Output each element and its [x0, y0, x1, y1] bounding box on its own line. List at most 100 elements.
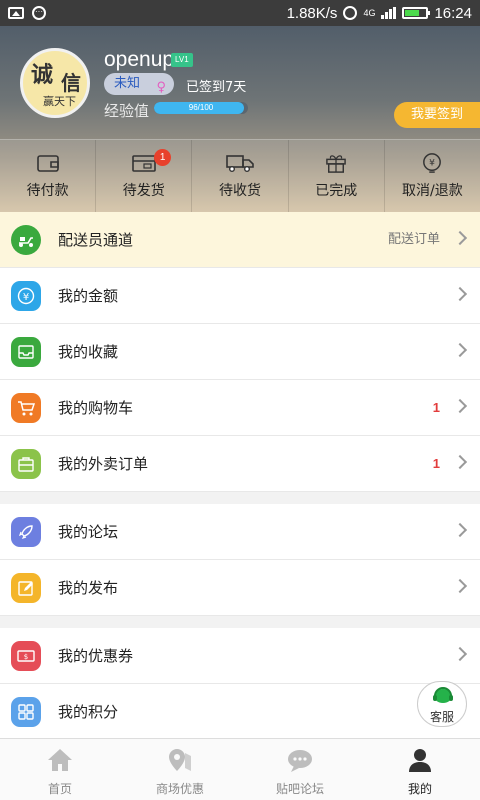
coupons-row[interactable]: $ 我的优惠券 [0, 628, 480, 684]
network-type: 4G [363, 8, 376, 18]
tab-home[interactable]: 首页 [0, 739, 120, 800]
username: openup [104, 48, 175, 71]
card-icon [131, 155, 156, 172]
section-divider [0, 616, 480, 628]
exp-progress-text: 96/100 [188, 103, 214, 112]
tab-forum[interactable]: 贴吧论坛 [240, 739, 360, 800]
order-pending-shipment[interactable]: 1 待发货 [96, 140, 193, 212]
chevron-right-icon [452, 342, 468, 358]
chevron-right-icon [452, 578, 468, 594]
order-status-row: 待付款 1 待发货 待收货 已完成 ¥ 取消/退款 [0, 139, 480, 212]
balance-row[interactable]: ¥ 我的金额 [0, 268, 480, 324]
takeout-orders-row[interactable]: 我的外卖订单 1 [0, 436, 480, 492]
tab-label: 商场优惠 [155, 782, 204, 796]
location-icon [169, 749, 191, 771]
points-label: 我的积分 [58, 703, 119, 721]
bottom-tab-bar: 首页 商场优惠 贴吧论坛 我的 [0, 738, 480, 800]
cart-row[interactable]: 我的购物车 1 [0, 380, 480, 436]
favorites-label: 我的收藏 [58, 343, 119, 361]
forum-label: 我的论坛 [58, 523, 119, 541]
tab-label: 我的 [407, 782, 432, 796]
order-label: 待发货 [122, 183, 165, 199]
scooter-icon [11, 225, 41, 255]
battery-icon [402, 7, 431, 19]
chevron-right-icon [452, 230, 468, 246]
image-notification-icon [8, 7, 24, 19]
gender-tag[interactable]: 未知 ♀ [104, 73, 174, 95]
chevron-right-icon [452, 398, 468, 414]
coupons-label: 我的优惠券 [58, 647, 134, 665]
favorites-row[interactable]: 我的收藏 [0, 324, 480, 380]
checkin-button[interactable]: 我要签到 [394, 102, 480, 128]
tab-label: 贴吧论坛 [275, 782, 324, 796]
order-badge: 1 [154, 149, 172, 166]
tab-mall-deals[interactable]: 商场优惠 [120, 739, 240, 800]
courier-channel-row[interactable]: 配送员通道 配送订单 [0, 212, 480, 268]
posts-label: 我的发布 [58, 579, 119, 597]
svg-text:$: $ [24, 653, 28, 661]
gift-icon [326, 155, 347, 173]
avatar[interactable]: 诚 信 赢天下 [20, 48, 90, 118]
more-notification-icon: ··· [32, 6, 46, 20]
checkin-status: 已签到7天 [186, 80, 247, 95]
user-icon [409, 749, 431, 772]
forum-row[interactable]: 我的论坛 [0, 504, 480, 560]
cart-label: 我的购物车 [58, 399, 134, 417]
chevron-right-icon [452, 286, 468, 302]
avatar-text-2: 信 [61, 71, 81, 95]
refund-icon: ¥ [423, 153, 442, 173]
customer-service-label: 客服 [429, 710, 454, 724]
chat-icon [288, 750, 312, 772]
section-divider [0, 492, 480, 504]
cart-icon [11, 393, 41, 423]
takeout-label: 我的外卖订单 [58, 455, 149, 473]
balance-label: 我的金额 [58, 287, 119, 305]
points-row[interactable]: 我的积分 [0, 684, 480, 740]
customer-service-button[interactable]: 客服 [417, 681, 467, 727]
posts-row[interactable]: 我的发布 [0, 560, 480, 616]
rocket-icon [11, 517, 41, 547]
chevron-right-icon [452, 522, 468, 538]
avatar-text-1: 诚 [31, 62, 54, 88]
cart-count: 1 [432, 400, 440, 415]
order-label: 取消/退款 [402, 183, 463, 199]
takeout-count: 1 [432, 456, 440, 471]
clock: 16:24 [434, 4, 472, 22]
courier-orders-link[interactable]: 配送订单 [388, 212, 440, 268]
alarm-icon [343, 6, 358, 20]
signal-icon [381, 7, 397, 19]
grid-icon [11, 697, 41, 727]
order-pending-receipt[interactable]: 待收货 [192, 140, 289, 212]
truck-icon [226, 155, 254, 172]
order-pending-payment[interactable]: 待付款 [0, 140, 97, 212]
yuan-icon: ¥ [11, 281, 41, 311]
exp-progress-bar: 96/100 [154, 102, 248, 114]
network-speed: 1.88K/s [286, 4, 338, 22]
courier-label: 配送员通道 [58, 231, 134, 249]
order-label: 待付款 [26, 183, 69, 199]
chevron-right-icon [452, 646, 468, 662]
chevron-right-icon [452, 454, 468, 470]
order-label: 待收货 [219, 183, 261, 199]
wallet-icon [36, 155, 59, 172]
gender-tag-label: 未知 [114, 76, 141, 91]
order-refund[interactable]: ¥ 取消/退款 [385, 140, 480, 212]
menu-list: 配送员通道 配送订单 ¥ 我的金额 我的收藏 我的购物车 1 我的外卖订单 1 [0, 212, 480, 740]
headset-icon [433, 687, 453, 703]
tab-label: 首页 [47, 782, 72, 796]
home-icon [48, 749, 72, 771]
order-completed[interactable]: 已完成 [289, 140, 385, 212]
edit-icon [11, 573, 41, 603]
profile-header: 诚 信 赢天下 openup LV1 未知 ♀ 已签到7天 经验值 96/100… [0, 26, 480, 212]
bag-icon [11, 449, 41, 479]
gender-icon: ♀ [156, 80, 166, 95]
order-label: 已完成 [315, 183, 358, 199]
level-badge: LV1 [171, 53, 193, 67]
avatar-text-3: 赢天下 [43, 95, 76, 108]
svg-text:¥: ¥ [23, 292, 29, 303]
inbox-icon [11, 337, 41, 367]
tab-mine[interactable]: 我的 [360, 739, 480, 800]
ticket-icon: $ [11, 641, 41, 671]
status-bar: ··· 1.88K/s 4G 16:24 [0, 0, 480, 26]
exp-label: 经验值 [104, 102, 150, 120]
